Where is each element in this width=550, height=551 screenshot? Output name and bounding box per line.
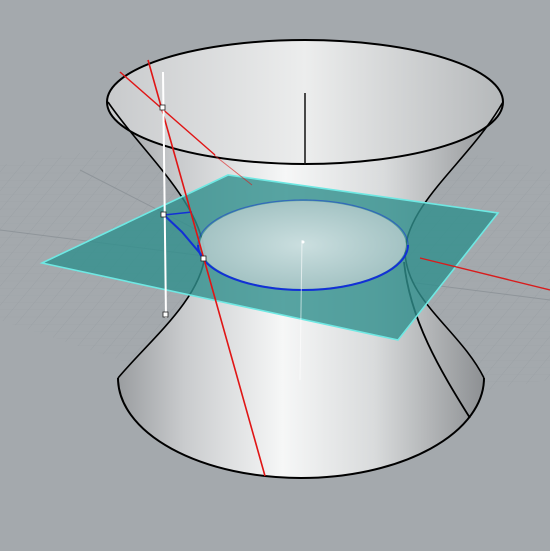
curve-control-point bbox=[200, 255, 207, 262]
gumball-handle-top bbox=[159, 104, 166, 111]
rhino-viewport[interactable] bbox=[0, 0, 550, 551]
scene-canvas[interactable] bbox=[0, 0, 550, 551]
gumball-handle-bottom bbox=[162, 311, 169, 318]
section-disk bbox=[200, 201, 406, 289]
gumball-handle-mid bbox=[160, 211, 167, 218]
